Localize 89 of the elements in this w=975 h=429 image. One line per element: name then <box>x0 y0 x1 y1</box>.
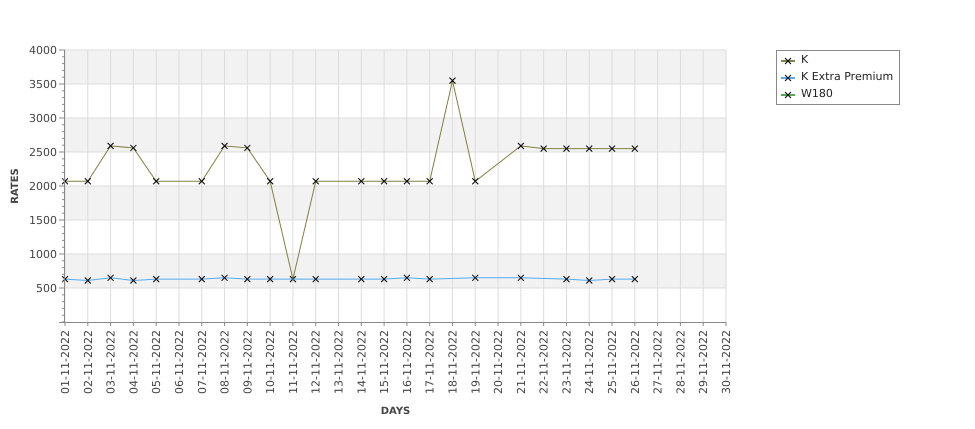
data-point-marker <box>84 277 92 284</box>
x-tick-label: 18-11-2022 <box>446 330 460 394</box>
x-tick-label: 01-11-2022 <box>59 330 72 394</box>
data-point-marker <box>198 276 206 283</box>
x-tick-label: 16-11-2022 <box>400 330 414 394</box>
legend-marker-icon <box>781 90 795 100</box>
legend-label: W180 <box>801 86 833 102</box>
x-tick-label: 17-11-2022 <box>424 330 437 394</box>
x-tick-label: 30-11-2022 <box>720 330 733 394</box>
data-point-marker <box>107 274 114 282</box>
data-point-marker <box>472 274 479 282</box>
data-point-marker <box>62 276 68 283</box>
data-point-marker <box>266 178 274 185</box>
data-point-marker <box>130 144 137 152</box>
legend-marker-icon <box>781 56 795 66</box>
x-tick-label: 28-11-2022 <box>674 330 688 394</box>
data-point-marker <box>312 276 320 283</box>
x-tick-label: 23-11-2022 <box>560 330 574 394</box>
x-tick-label: 14-11-2022 <box>355 330 368 394</box>
y-tick-label: 3000 <box>29 112 57 125</box>
x-tick-label: 05-11-2022 <box>150 330 164 394</box>
data-point-marker <box>244 276 251 283</box>
x-tick-label: 24-11-2022 <box>583 330 596 394</box>
x-tick-label: 27-11-2022 <box>652 330 665 394</box>
x-tick-label: 08-11-2022 <box>218 330 232 394</box>
data-point-marker <box>266 276 274 283</box>
data-point-marker <box>426 178 434 185</box>
data-point-marker <box>426 276 434 283</box>
y-tick-label: 2500 <box>29 146 57 159</box>
y-tick-label: 1500 <box>29 214 57 227</box>
data-point-marker <box>608 276 616 283</box>
data-point-marker <box>631 276 638 283</box>
x-tick-label: 10-11-2022 <box>264 330 278 394</box>
x-tick-label: 21-11-2022 <box>514 330 528 394</box>
data-point-marker <box>152 178 160 185</box>
x-tick-label: 02-11-2022 <box>82 330 95 394</box>
data-point-marker <box>289 276 296 283</box>
x-tick-label: 12-11-2022 <box>310 330 323 394</box>
y-axis-title: RATES <box>10 168 21 204</box>
x-tick-label: 06-11-2022 <box>172 330 186 394</box>
data-point-marker <box>562 145 570 152</box>
data-point-marker <box>244 144 251 152</box>
data-point-marker <box>358 276 365 283</box>
x-tick-label: 15-11-2022 <box>378 330 392 394</box>
x-tick-label: 26-11-2022 <box>628 330 642 394</box>
x-tick-label: 13-11-2022 <box>332 330 346 394</box>
data-point-marker <box>472 178 479 185</box>
data-point-marker <box>198 178 206 185</box>
data-point-marker <box>380 178 388 185</box>
y-tick-label: 4000 <box>29 44 57 57</box>
data-point-marker <box>107 142 114 150</box>
data-point-marker <box>517 142 524 150</box>
legend-label: K <box>801 52 808 68</box>
x-tick-label: 07-11-2022 <box>196 330 209 394</box>
data-point-marker <box>403 274 410 282</box>
data-point-marker <box>517 274 524 282</box>
x-tick-label: 19-11-2022 <box>469 330 482 394</box>
data-point-marker <box>631 145 638 152</box>
x-tick-label: 29-11-2022 <box>697 330 710 394</box>
x-tick-label: 22-11-2022 <box>538 330 551 394</box>
data-point-marker <box>562 276 570 283</box>
data-point-marker <box>312 178 320 185</box>
x-tick-label: 03-11-2022 <box>104 330 118 394</box>
x-tick-label: 11-11-2022 <box>286 330 300 394</box>
x-tick-label: 25-11-2022 <box>606 330 620 394</box>
data-point-marker <box>586 277 593 284</box>
data-point-marker <box>540 145 548 152</box>
y-tick-label: 2000 <box>29 180 57 193</box>
x-tick-label: 04-11-2022 <box>127 330 140 394</box>
y-tick-label: 3500 <box>29 78 57 91</box>
y-tick-label: 500 <box>36 282 57 295</box>
x-tick-label: 20-11-2022 <box>492 330 506 394</box>
data-point-marker <box>448 77 456 84</box>
legend-label: K Extra Premium <box>801 69 894 86</box>
data-point-marker <box>608 145 616 152</box>
data-point-marker <box>586 145 593 152</box>
data-point-marker <box>221 142 228 150</box>
data-point-marker <box>62 178 68 185</box>
data-point-marker <box>221 274 228 282</box>
data-point-marker <box>152 276 160 283</box>
y-tick-label: 1000 <box>29 248 57 261</box>
data-point-marker <box>130 277 137 284</box>
data-point-marker <box>403 178 410 185</box>
legend-marker-icon <box>781 72 795 82</box>
x-axis-title: DAYS <box>380 406 410 417</box>
data-point-marker <box>380 276 388 283</box>
x-tick-label: 09-11-2022 <box>241 330 254 394</box>
data-point-marker <box>358 178 365 185</box>
data-point-marker <box>84 178 92 185</box>
